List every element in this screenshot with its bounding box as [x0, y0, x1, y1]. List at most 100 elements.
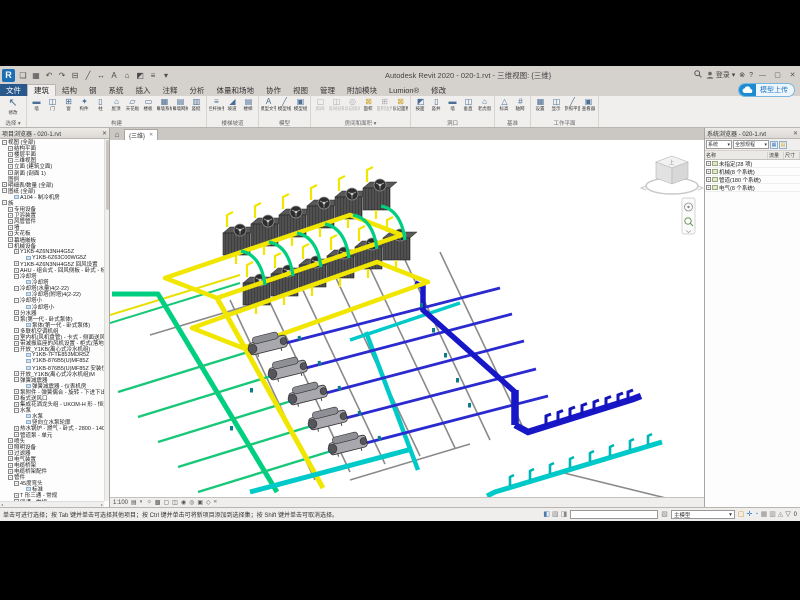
- collapse-icon[interactable]: −: [14, 377, 19, 382]
- room-button[interactable]: ▢房间: [313, 97, 328, 112]
- filter-icon[interactable]: ▽: [785, 511, 790, 519]
- model-text-button[interactable]: A模型文字: [261, 97, 276, 112]
- expand-icon[interactable]: +: [14, 268, 19, 273]
- window-button[interactable]: ⊞窗: [61, 97, 76, 112]
- ribbon-tab-systems[interactable]: 系统: [103, 84, 130, 96]
- ribbon-tab-manage[interactable]: 管理: [314, 84, 341, 96]
- expand-icon[interactable]: +: [14, 335, 19, 340]
- drawing-area-3d-view[interactable]: 上: [110, 140, 704, 497]
- ribbon-tab-view[interactable]: 视图: [287, 84, 314, 96]
- level-button[interactable]: △标高: [497, 97, 512, 112]
- collapse-icon[interactable]: −: [2, 200, 7, 205]
- column-button[interactable]: ▯柱: [93, 97, 108, 112]
- expand-icon[interactable]: +: [14, 328, 19, 333]
- component-button[interactable]: ✦构件: [77, 97, 92, 112]
- ribbon-tab-analyze[interactable]: 分析: [184, 84, 211, 96]
- expand-icon[interactable]: +: [14, 341, 19, 346]
- ribbon-tab-insert[interactable]: 插入: [130, 84, 157, 96]
- cloud-upload-button[interactable]: 模型上传: [738, 83, 795, 97]
- minimize-button[interactable]: —: [757, 72, 768, 79]
- default-3d-view-icon[interactable]: ⌂: [122, 71, 132, 80]
- expand-icon[interactable]: +: [706, 169, 711, 174]
- ribbon-tab-addins[interactable]: 附加模块: [341, 84, 383, 96]
- ribbon-tab-structure[interactable]: 结构: [56, 84, 83, 96]
- ribbon-tab-collaborate[interactable]: 协作: [260, 84, 287, 96]
- set-workplane-button[interactable]: ▦设置: [533, 97, 548, 112]
- home-icon[interactable]: ⌂: [110, 129, 124, 140]
- ref-plane-button[interactable]: ╱参照平面: [565, 97, 580, 112]
- project-browser-scrollbar[interactable]: [104, 139, 109, 501]
- curtain-system-button[interactable]: ▦幕墙系统: [157, 97, 172, 112]
- ribbon-tab-file[interactable]: 文件: [0, 84, 27, 96]
- aligned-dimension-icon[interactable]: ↔: [96, 71, 106, 80]
- system-row[interactable]: +机械(8 个系统): [705, 168, 800, 176]
- modify-button[interactable]: ↖修改: [2, 97, 24, 116]
- expand-icon[interactable]: +: [14, 432, 19, 437]
- wall-opening-button[interactable]: ▬墙: [445, 97, 460, 112]
- crop-view-icon[interactable]: ▢: [163, 499, 169, 506]
- background-processes-icon[interactable]: ◔: [754, 511, 758, 519]
- press-drag-icon[interactable]: ✛: [747, 511, 753, 519]
- collapse-icon[interactable]: −: [8, 243, 13, 248]
- view-dropdown[interactable]: 系统▾: [706, 140, 732, 149]
- collapse-icon[interactable]: −: [14, 316, 19, 321]
- expand-icon[interactable]: +: [8, 456, 13, 461]
- ribbon-tab-architecture[interactable]: 建筑: [27, 84, 56, 96]
- ribbon-tab-annotate[interactable]: 注释: [157, 84, 184, 96]
- expand-icon[interactable]: +: [8, 463, 13, 468]
- redo-icon[interactable]: ↷: [57, 71, 67, 80]
- design-option-dropdown[interactable]: 主模型▾: [671, 510, 735, 519]
- expand-icon[interactable]: +: [14, 493, 19, 498]
- search-icon[interactable]: [694, 70, 702, 80]
- expand-icon[interactable]: +: [8, 237, 13, 242]
- ramp-button[interactable]: ◢坡道: [225, 97, 240, 112]
- section-icon[interactable]: ◩: [135, 71, 145, 80]
- ribbon-tab-steel[interactable]: 钢: [83, 84, 103, 96]
- temporary-hide-icon[interactable]: ◎: [189, 499, 194, 506]
- detail-level-icon[interactable]: ▤: [131, 499, 137, 506]
- model-group-button[interactable]: ▣模型组: [293, 97, 308, 112]
- expand-icon[interactable]: +: [706, 185, 711, 190]
- expand-icon[interactable]: +: [2, 182, 7, 187]
- measure-icon[interactable]: ╱: [83, 71, 93, 80]
- print-icon[interactable]: ⊟: [70, 71, 80, 80]
- ribbon-tab-modify[interactable]: 修改: [425, 84, 452, 96]
- ribbon-tab-massing-site[interactable]: 体量和场地: [211, 84, 261, 96]
- navigation-bar[interactable]: [682, 198, 695, 234]
- show-crop-icon[interactable]: ◫: [172, 499, 178, 506]
- collapse-icon[interactable]: −: [2, 188, 7, 193]
- floor-button[interactable]: ▭楼板: [141, 97, 156, 112]
- expand-icon[interactable]: +: [8, 231, 13, 236]
- collapse-icon[interactable]: −: [14, 408, 19, 413]
- undo-icon[interactable]: ↶: [44, 71, 54, 80]
- show-workplane-button[interactable]: ◫显示: [549, 97, 564, 112]
- area-boundary-button[interactable]: ⊞面积边界: [377, 97, 392, 112]
- model-line-button[interactable]: ╱模型线: [277, 97, 292, 112]
- select-pinned-icon[interactable]: ◬: [778, 511, 783, 519]
- roof-button[interactable]: ⌂屋顶: [109, 97, 124, 112]
- expand-icon[interactable]: +: [14, 426, 19, 431]
- tree-item[interactable]: +集成花洒龙头组 - UKOM-H 形 - 恒温型 - 108-175-CN: [0, 401, 104, 407]
- text-icon[interactable]: A: [109, 71, 119, 80]
- discipline-dropdown[interactable]: 全部规程▾: [733, 140, 769, 149]
- ribbon-tab-lumion[interactable]: Lumion®: [383, 84, 425, 96]
- expand-icon[interactable]: +: [8, 164, 13, 169]
- dormer-button[interactable]: ⌂老虎窗: [477, 97, 492, 112]
- stair-button[interactable]: ▤楼梯: [241, 97, 256, 112]
- autofit-columns-icon[interactable]: ▦: [770, 141, 778, 149]
- signin-button[interactable]: 登录▾: [706, 70, 736, 80]
- expand-icon[interactable]: +: [8, 438, 13, 443]
- wall-button[interactable]: ▬墙: [29, 97, 44, 112]
- shaft-button[interactable]: ▯竖井: [429, 97, 444, 112]
- expand-icon[interactable]: +: [8, 213, 13, 218]
- expand-icon[interactable]: +: [14, 310, 19, 315]
- view-cube[interactable]: 上: [641, 156, 703, 194]
- expand-icon[interactable]: +: [14, 395, 19, 400]
- thin-lines-icon[interactable]: ≡: [148, 71, 158, 80]
- collapse-icon[interactable]: −: [14, 298, 19, 303]
- area-button[interactable]: ⊠面积: [361, 97, 376, 112]
- curtain-grid-button[interactable]: ▤幕墙网格: [173, 97, 188, 112]
- collapse-icon[interactable]: −: [14, 286, 19, 291]
- expand-icon[interactable]: +: [14, 371, 19, 376]
- viewer-button[interactable]: ▣查看器: [581, 97, 596, 112]
